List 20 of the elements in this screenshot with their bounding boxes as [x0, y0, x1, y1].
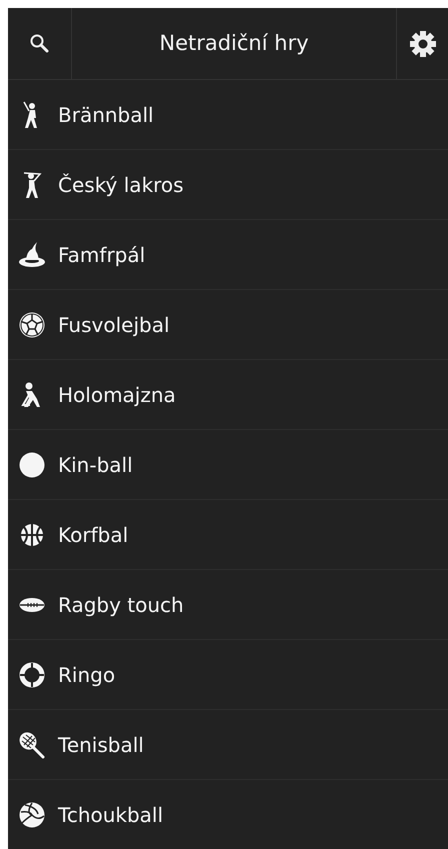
game-item[interactable]: Tenisball	[8, 710, 448, 780]
settings-icon	[408, 30, 436, 58]
volleyball-icon	[18, 800, 46, 828]
game-item[interactable]: Tchoukball	[8, 780, 448, 849]
circle-icon	[18, 450, 46, 478]
search-icon	[28, 32, 50, 54]
game-item[interactable]: Famfrpál	[8, 220, 448, 290]
racket-icon	[18, 730, 46, 758]
game-item[interactable]: Brännball	[8, 80, 448, 150]
game-item[interactable]: Ragby touch	[8, 570, 448, 640]
game-item[interactable]: Holomajzna	[8, 360, 448, 430]
game-item[interactable]: Fusvolejbal	[8, 290, 448, 360]
game-item[interactable]: Ringo	[8, 640, 448, 710]
game-item[interactable]: Kin-ball	[8, 430, 448, 500]
game-item[interactable]: Korfbal	[8, 500, 448, 570]
ball-icon	[18, 310, 46, 338]
app-title: Netradiční hry	[159, 30, 309, 57]
lifebuoy-icon	[18, 660, 46, 688]
game-item[interactable]: Český lakros	[8, 150, 448, 220]
witch-hat-icon	[18, 240, 46, 268]
